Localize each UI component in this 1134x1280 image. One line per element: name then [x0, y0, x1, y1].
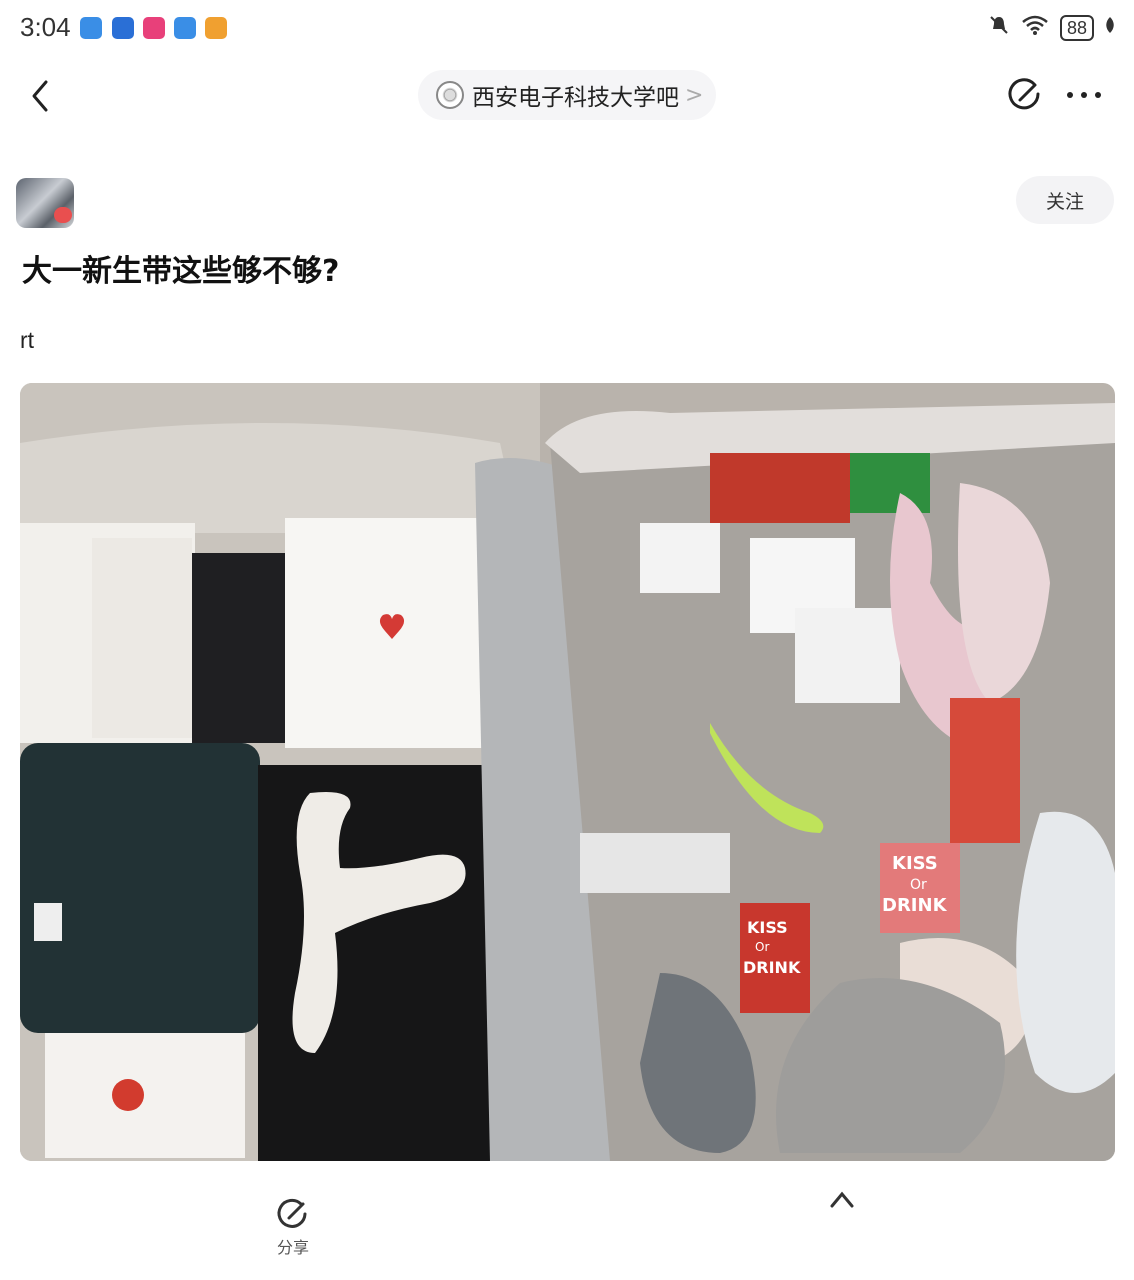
chevron-left-icon — [32, 80, 48, 112]
leaf-icon — [1104, 16, 1116, 39]
post-title: 大一新生带这些够不够? — [22, 254, 340, 289]
battery-level: 88 — [1059, 14, 1094, 41]
share-label: 分享 — [276, 1238, 309, 1257]
post-image[interactable]: KISS Or DRINK KISS Or DRINK — [20, 383, 1115, 1161]
mute-icon — [988, 14, 1010, 41]
post-body: rt — [20, 327, 35, 353]
notification-icon-2 — [112, 17, 134, 39]
notification-icon-4 — [174, 17, 196, 39]
share-icon — [277, 1198, 307, 1228]
avatar-badge — [54, 207, 72, 223]
forum-name: 西安电子科技大学吧 — [472, 85, 679, 111]
notification-icon-5 — [205, 17, 227, 39]
photo-text-2: Or — [910, 877, 927, 893]
more-button[interactable] — [1064, 80, 1104, 110]
wifi-icon — [1020, 14, 1050, 41]
photo-text-3: DRINK — [882, 895, 948, 916]
edit-icon — [1008, 78, 1040, 110]
forum-logo — [436, 81, 464, 109]
photo-text-6: DRINK — [743, 958, 801, 977]
photo-text-4: KISS — [747, 918, 788, 937]
more-icon — [1067, 92, 1101, 98]
notification-icon-3 — [143, 17, 165, 39]
share-button[interactable]: 分享 — [260, 1196, 326, 1262]
photo-text-5: Or — [755, 940, 769, 954]
upvote-icon[interactable] — [828, 1190, 856, 1208]
follow-button[interactable]: 关注 — [1016, 176, 1114, 224]
suitcase-photo: KISS Or DRINK KISS Or DRINK — [20, 383, 1115, 1161]
back-button[interactable] — [22, 76, 62, 116]
edit-button[interactable] — [1004, 74, 1046, 116]
chevron-right-icon: > — [685, 82, 704, 108]
status-time: 3:04 — [20, 12, 71, 42]
photo-text-1: KISS — [892, 853, 938, 874]
status-icons: 88 — [988, 14, 1116, 41]
forum-link[interactable]: 西安电子科技大学吧 > — [418, 70, 716, 120]
notification-icon-1 — [80, 17, 102, 39]
